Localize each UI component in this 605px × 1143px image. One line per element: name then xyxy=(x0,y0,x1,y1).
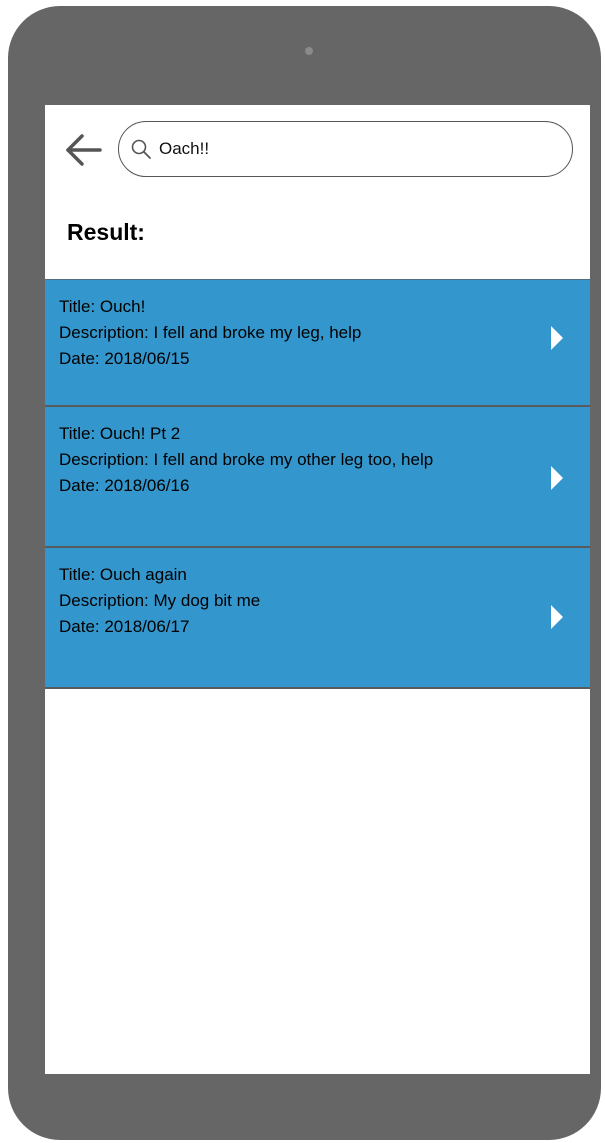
app-screen: Result: Title: Ouch! Description: I fell… xyxy=(45,105,590,1074)
result-list: Title: Ouch! Description: I fell and bro… xyxy=(45,279,590,689)
camera-dot xyxy=(305,47,313,55)
chevron-right-icon xyxy=(551,605,563,629)
result-item-text: Title: Ouch again Description: My dog bi… xyxy=(59,562,459,640)
search-input[interactable] xyxy=(159,136,539,162)
arrow-left-icon xyxy=(66,134,102,166)
result-title: Title: Ouch! xyxy=(59,297,146,316)
phone-frame: Result: Title: Ouch! Description: I fell… xyxy=(8,6,601,1140)
result-title: Title: Ouch again xyxy=(59,565,187,584)
result-item[interactable]: Title: Ouch! Pt 2 Description: I fell an… xyxy=(45,407,590,548)
result-item-text: Title: Ouch! Pt 2 Description: I fell an… xyxy=(59,421,459,499)
result-item-text: Title: Ouch! Description: I fell and bro… xyxy=(59,294,459,372)
result-description: Description: I fell and broke my leg, he… xyxy=(59,323,362,342)
result-date: Date: 2018/06/17 xyxy=(59,617,190,636)
result-date: Date: 2018/06/15 xyxy=(59,349,190,368)
result-heading: Result: xyxy=(67,219,145,245)
search-bar[interactable] xyxy=(118,121,573,177)
result-title: Title: Ouch! Pt 2 xyxy=(59,424,181,443)
result-date: Date: 2018/06/16 xyxy=(59,476,190,495)
result-item[interactable]: Title: Ouch again Description: My dog bi… xyxy=(45,548,590,689)
chevron-right-icon xyxy=(551,466,563,490)
result-description: Description: My dog bit me xyxy=(59,591,261,610)
result-description: Description: I fell and broke my other l… xyxy=(59,450,434,469)
result-item[interactable]: Title: Ouch! Description: I fell and bro… xyxy=(45,279,590,407)
chevron-right-icon xyxy=(551,326,563,350)
back-button[interactable] xyxy=(64,132,104,168)
search-icon xyxy=(131,139,151,159)
